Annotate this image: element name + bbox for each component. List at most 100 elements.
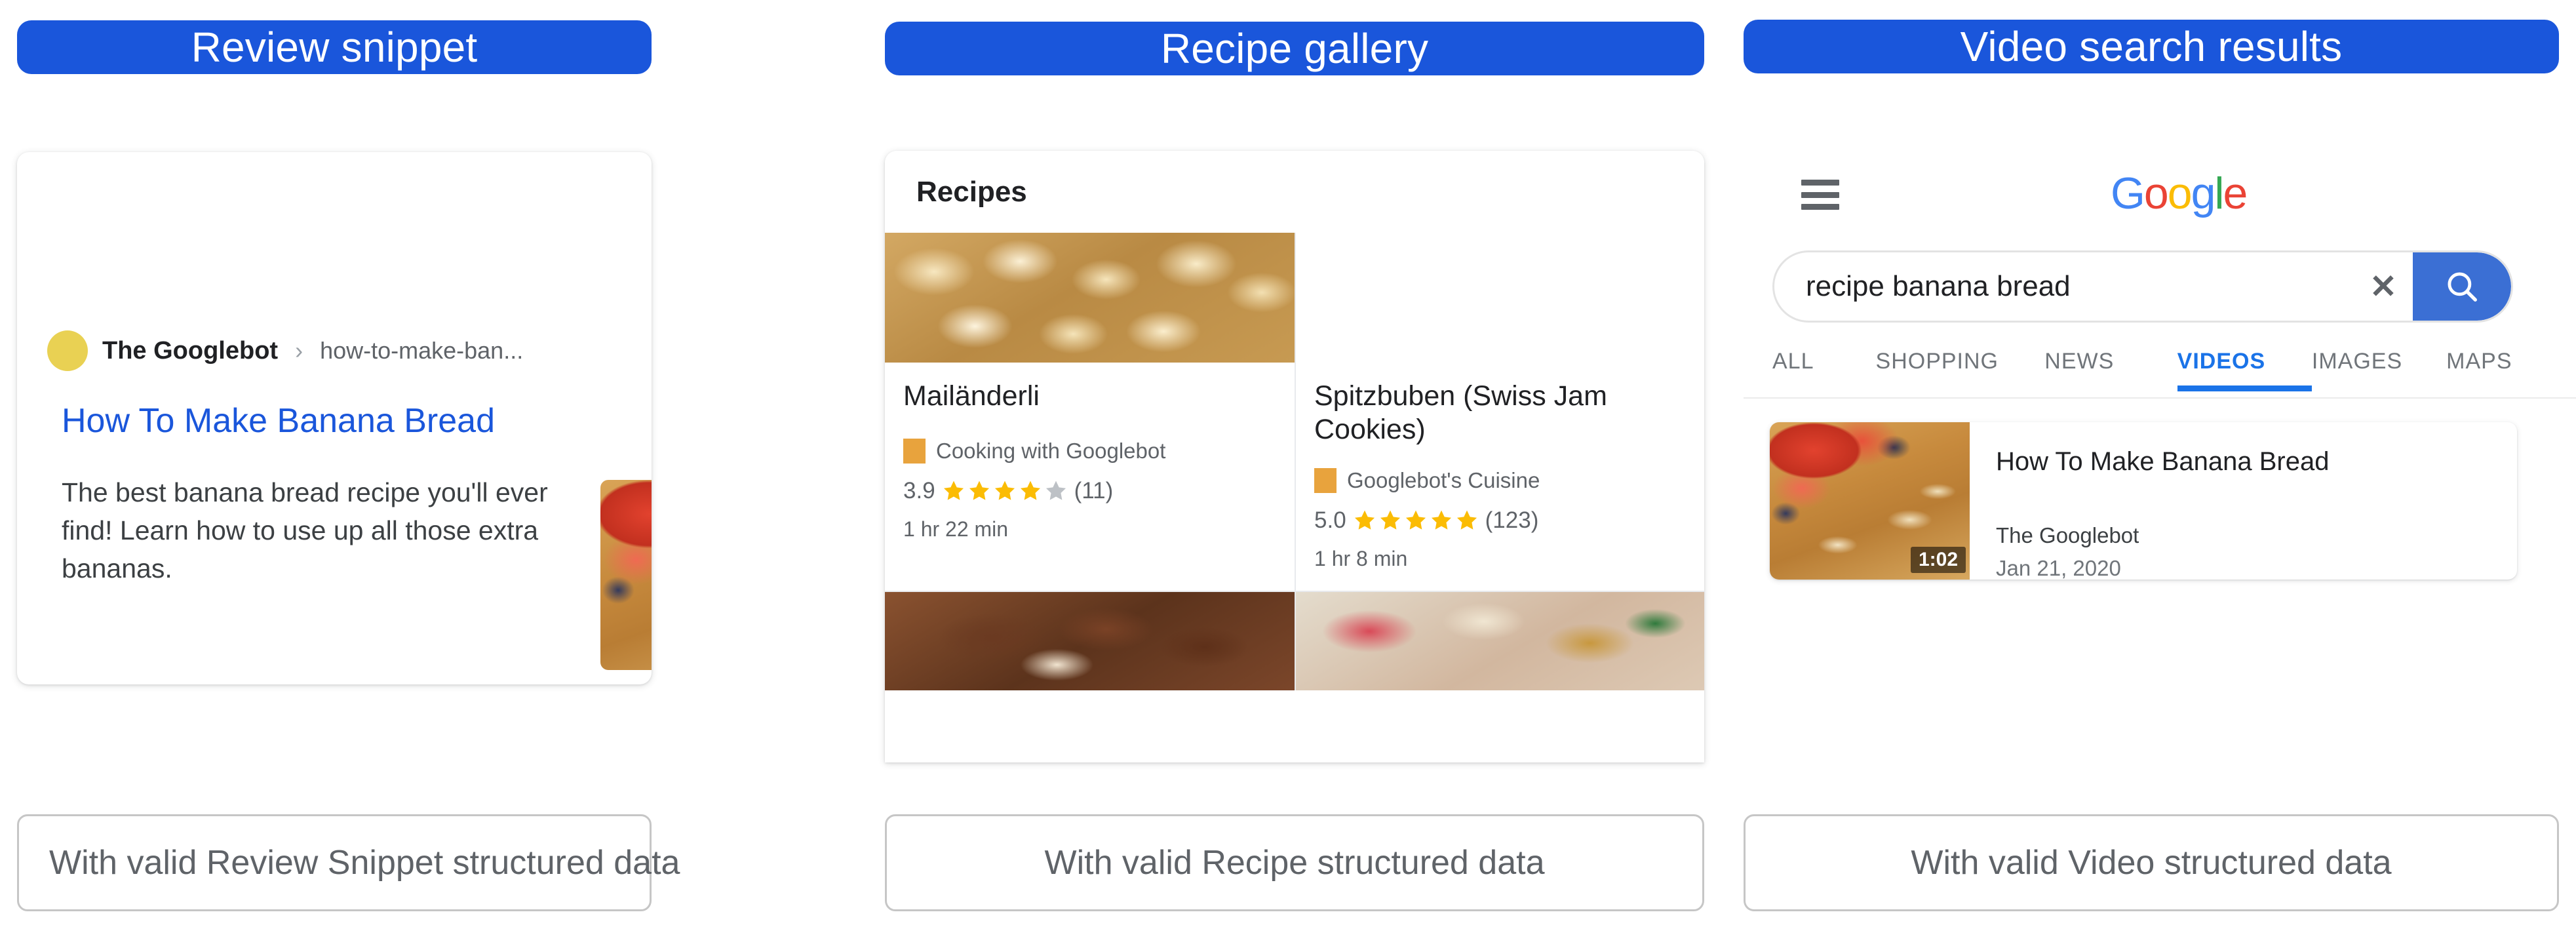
- recipe-rating-count: (123): [1485, 507, 1539, 534]
- star-icon: [969, 481, 989, 500]
- recipe-gallery-card[interactable]: Recipes Mailänderli Cooking with Googleb…: [885, 151, 1704, 762]
- recipes-section-title: Recipes: [885, 151, 1704, 233]
- caption-label: With valid Recipe structured data: [1044, 844, 1545, 882]
- tab-maps[interactable]: MAPS: [2446, 349, 2559, 391]
- search-input[interactable]: recipe banana bread: [1774, 270, 2354, 303]
- logo-letter-e: e: [2223, 168, 2248, 218]
- panel-header-label: Video search results: [1960, 23, 2343, 70]
- recipe-source-name: Googlebot's Cuisine: [1347, 468, 1540, 493]
- recipe-rating-row: 3.9 (11): [903, 478, 1276, 504]
- result-description: The best banana bread recipe you'll ever…: [62, 477, 548, 584]
- result-thumbnail-image: [600, 480, 652, 670]
- recipe-name: Mailänderli: [903, 380, 1040, 412]
- star-icon: [1020, 481, 1040, 500]
- search-button[interactable]: [2413, 252, 2511, 321]
- recipe-rating-number: 5.0: [1314, 507, 1346, 534]
- recipe-name: Spitzbuben (Swiss Jam Cookies): [1314, 380, 1607, 445]
- breadcrumb[interactable]: The Googlebot › how-to-make-ban...: [47, 330, 523, 371]
- holiday-cookies-photo: [1296, 592, 1704, 691]
- recipe-card-1[interactable]: Spitzbuben (Swiss Jam Cookies) Googlebot…: [1295, 233, 1704, 591]
- panel-header-video-search: Video search results: [1744, 20, 2559, 73]
- recipe-rating-count: (11): [1074, 478, 1114, 504]
- recipe-card-2[interactable]: [885, 592, 1295, 691]
- breadcrumb-separator-icon: ›: [295, 337, 303, 364]
- logo-letter-G: G: [2111, 168, 2145, 218]
- serp-tabs[interactable]: ALL SHOPPING NEWS VIDEOS IMAGES MAPS: [1772, 349, 2559, 391]
- tabs-divider: [1744, 397, 2576, 399]
- recipe-rating-number: 3.9: [903, 478, 935, 504]
- recipe-image-3: [1296, 592, 1704, 691]
- caption-video-search: With valid Video structured data: [1744, 814, 2559, 911]
- recipe-image-0: [885, 233, 1295, 363]
- recipe-rating-stars: [1352, 508, 1479, 533]
- review-snippet-card[interactable]: The Googlebot › how-to-make-ban... How T…: [17, 152, 652, 684]
- caption-label: With valid Review Snippet structured dat…: [49, 844, 680, 882]
- favicon-icon: [47, 330, 88, 371]
- panel-header-recipe-gallery: Recipe gallery: [885, 22, 1704, 75]
- panel-header-label: Recipe gallery: [1160, 25, 1429, 72]
- star-icon: [994, 481, 1015, 500]
- star-icon: [943, 481, 964, 500]
- recipe-rating-stars: [941, 479, 1068, 504]
- banana-bread-photo: [600, 480, 652, 670]
- source-swatch-icon: [1314, 468, 1337, 494]
- recipe-image-2: [885, 592, 1295, 691]
- caption-label: With valid Video structured data: [1911, 844, 2392, 882]
- result-title-link[interactable]: How To Make Banana Bread: [62, 401, 495, 441]
- star-icon: [1456, 510, 1477, 530]
- recipe-source-row: Googlebot's Cuisine: [1314, 468, 1686, 494]
- video-source: The Googlebot: [1996, 523, 2139, 547]
- tab-shopping[interactable]: SHOPPING: [1876, 349, 2045, 391]
- breadcrumb-site-name: The Googlebot: [102, 336, 279, 365]
- recipe-grid: Mailänderli Cooking with Googlebot 3.9 (…: [885, 233, 1704, 691]
- logo-letter-l: l: [2214, 168, 2224, 218]
- recipe-source-name: Cooking with Googlebot: [936, 439, 1166, 463]
- tab-videos[interactable]: VIDEOS: [2177, 349, 2313, 391]
- clear-search-icon[interactable]: ✕: [2354, 267, 2413, 306]
- panel-header-review-snippet: Review snippet: [17, 20, 652, 74]
- recipe-source-row: Cooking with Googlebot: [903, 439, 1276, 464]
- logo-letter-o1: o: [2143, 168, 2169, 218]
- recipe-rating-row: 5.0 (123): [1314, 507, 1686, 534]
- search-icon: [2448, 272, 2477, 302]
- caption-review-snippet: With valid Review Snippet structured dat…: [17, 814, 680, 911]
- comparison-board: Review snippet The Googlebot › how-to-ma…: [0, 0, 2576, 948]
- serp-top-bar: Google: [1744, 152, 2576, 231]
- star-icon: [1431, 510, 1451, 530]
- tab-news[interactable]: NEWS: [2044, 349, 2177, 391]
- recipe-card-3[interactable]: [1295, 592, 1704, 691]
- spitzbuben-photo: [1296, 233, 1704, 363]
- star-icon: [1380, 510, 1400, 530]
- logo-letter-o2: o: [2167, 168, 2193, 218]
- star-icon: [1354, 510, 1375, 530]
- video-result-card[interactable]: 1:02 How To Make Banana Bread The Google…: [1770, 422, 2517, 580]
- recipe-time: 1 hr 22 min: [903, 517, 1009, 541]
- tab-all[interactable]: ALL: [1772, 349, 1876, 391]
- chocolate-cookies-photo: [885, 592, 1295, 691]
- recipe-body-1: Spitzbuben (Swiss Jam Cookies) Googlebot…: [1296, 363, 1704, 591]
- recipe-image-1: [1296, 233, 1704, 363]
- video-duration-badge: 1:02: [1910, 547, 1966, 573]
- video-date: Jan 21, 2020: [1996, 556, 2121, 580]
- star-icon: [1405, 510, 1426, 530]
- recipe-row-overflow[interactable]: [885, 591, 1704, 691]
- panel-header-label: Review snippet: [191, 24, 478, 71]
- source-swatch-icon: [903, 439, 926, 464]
- search-box[interactable]: recipe banana bread ✕: [1772, 250, 2513, 323]
- recipe-row-primary: Mailänderli Cooking with Googlebot 3.9 (…: [885, 233, 1704, 591]
- recipe-card-0[interactable]: Mailänderli Cooking with Googlebot 3.9 (…: [885, 233, 1295, 591]
- video-search-panel: Google recipe banana bread ✕ ALL SHOPPIN…: [1744, 152, 2576, 696]
- video-thumbnail[interactable]: 1:02: [1770, 422, 1970, 580]
- mailanderli-photo: [885, 233, 1295, 363]
- star-icon: [1045, 481, 1066, 500]
- google-logo: Google: [2111, 168, 2248, 219]
- caption-recipe-gallery: With valid Recipe structured data: [885, 814, 1704, 911]
- tab-images[interactable]: IMAGES: [2312, 349, 2446, 391]
- logo-letter-g: g: [2191, 168, 2216, 218]
- recipe-time: 1 hr 8 min: [1314, 547, 1408, 571]
- breadcrumb-url-path: how-to-make-ban...: [320, 337, 524, 364]
- video-title[interactable]: How To Make Banana Bread: [1996, 446, 2497, 477]
- video-result-meta: How To Make Banana Bread The Googlebot J…: [1970, 422, 2517, 580]
- hamburger-menu-icon[interactable]: [1801, 180, 1839, 210]
- recipe-body-0: Mailänderli Cooking with Googlebot 3.9 (…: [885, 363, 1295, 561]
